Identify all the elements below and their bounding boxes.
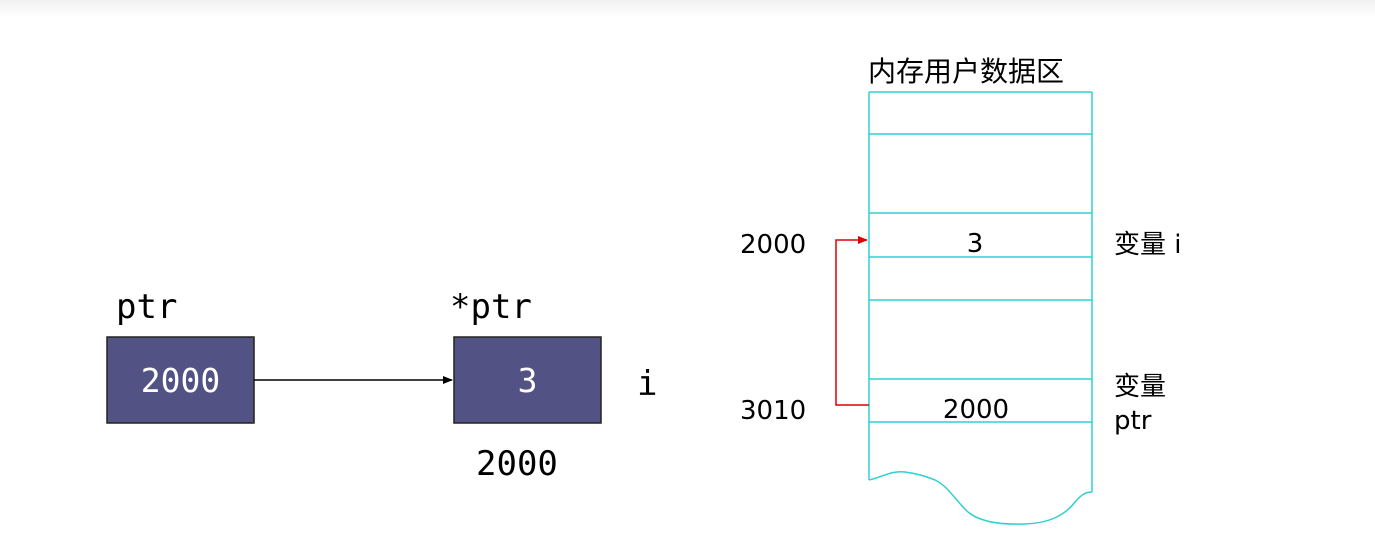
memory-title: 内存用户数据区 [868, 55, 1064, 88]
deref-label: *ptr [450, 287, 532, 327]
memory-pointer-arrow [835, 236, 869, 406]
variable-ptr-label-line1: 变量 [1114, 372, 1166, 402]
ptr-label: ptr [116, 287, 177, 327]
address-ptr: 3010 [740, 396, 806, 426]
diagram-canvas: ptr 2000 *ptr 3 i 2000 内存用户数据区 3 2000 20… [106, 55, 1182, 525]
pointer-memory-diagram: ptr 2000 *ptr 3 i 2000 内存用户数据区 3 2000 20… [0, 0, 1375, 546]
deref-value: 3 [518, 361, 538, 400]
cell-ptr-value: 2000 [943, 395, 1009, 425]
memory-torn-edge [868, 470, 1093, 525]
variable-ptr-label-line2: ptr [1114, 406, 1152, 436]
i-label: i [637, 364, 657, 404]
address-i: 2000 [740, 230, 806, 260]
ptr-value: 2000 [141, 361, 220, 400]
variable-i-label: 变量 i [1114, 230, 1182, 260]
i-address: 2000 [476, 444, 558, 484]
memory-column [868, 91, 1093, 525]
cell-i-value: 3 [967, 229, 984, 259]
